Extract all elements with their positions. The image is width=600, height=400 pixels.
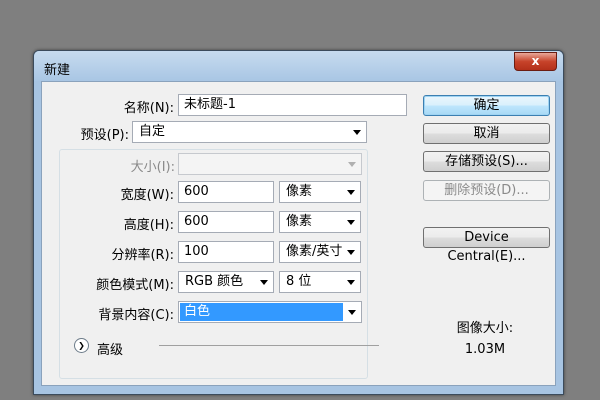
caret-down-icon xyxy=(353,130,361,135)
height-input[interactable]: 600 xyxy=(178,211,274,233)
name-input[interactable]: 未标题-1 xyxy=(178,94,407,116)
size-select xyxy=(178,153,362,175)
color-mode-value: RGB 颜色 xyxy=(185,274,244,289)
advanced-divider xyxy=(159,345,379,346)
caret-down-icon xyxy=(347,220,355,225)
dialog-title: 新建 xyxy=(44,63,71,78)
bit-depth-value: 8 位 xyxy=(286,274,312,289)
background-label: 背景内容(C): xyxy=(98,308,174,323)
new-document-dialog: 新建 x 名称(N): 未标题-1 预设(P): 自定 大小(I): 宽度(W)… xyxy=(33,50,564,395)
width-unit-select[interactable]: 像素 xyxy=(279,181,361,203)
save-preset-button[interactable]: 存储预设(S)... xyxy=(423,151,550,172)
size-label: 大小(I): xyxy=(130,160,175,175)
height-unit-value: 像素 xyxy=(286,214,313,229)
resolution-unit-value: 像素/英寸 xyxy=(286,244,343,259)
height-label: 高度(H): xyxy=(123,218,174,233)
close-button[interactable]: x xyxy=(514,52,557,71)
resolution-label: 分辨率(R): xyxy=(111,248,174,263)
resolution-unit-select[interactable]: 像素/英寸 xyxy=(279,241,361,263)
name-label: 名称(N): xyxy=(123,101,174,116)
resolution-input[interactable]: 100 xyxy=(178,241,274,263)
background-value: 白色 xyxy=(180,303,343,321)
width-input[interactable]: 600 xyxy=(178,181,274,203)
height-unit-select[interactable]: 像素 xyxy=(279,211,361,233)
device-central-button[interactable]: Device Central(E)... xyxy=(423,227,550,264)
width-unit-value: 像素 xyxy=(286,184,313,199)
preset-value: 自定 xyxy=(139,124,166,139)
preset-select[interactable]: 自定 xyxy=(132,121,367,143)
cancel-button[interactable]: 取消 xyxy=(423,123,550,144)
preset-label: 预设(P): xyxy=(80,128,129,143)
color-mode-select[interactable]: RGB 颜色 xyxy=(178,271,274,293)
color-mode-label: 颜色模式(M): xyxy=(96,278,174,293)
caret-down-icon xyxy=(347,190,355,195)
caret-down-icon xyxy=(348,162,356,167)
bit-depth-select[interactable]: 8 位 xyxy=(279,271,361,293)
caret-down-icon xyxy=(260,280,268,285)
width-label: 宽度(W): xyxy=(120,188,174,203)
caret-down-icon xyxy=(348,310,356,315)
close-icon: x xyxy=(531,54,540,68)
caret-down-icon xyxy=(347,280,355,285)
title-bar[interactable]: 新建 x xyxy=(34,51,563,81)
delete-preset-button: 删除预设(D)... xyxy=(423,180,550,201)
image-size-label: 图像大小: xyxy=(456,321,514,336)
advanced-label[interactable]: 高级 xyxy=(97,339,123,358)
double-chevron-down-icon[interactable]: ❯ xyxy=(74,338,89,353)
image-size-value: 1.03M xyxy=(464,342,506,357)
background-select[interactable]: 白色 xyxy=(178,301,362,323)
caret-down-icon xyxy=(347,250,355,255)
ok-button[interactable]: 确定 xyxy=(423,95,550,116)
